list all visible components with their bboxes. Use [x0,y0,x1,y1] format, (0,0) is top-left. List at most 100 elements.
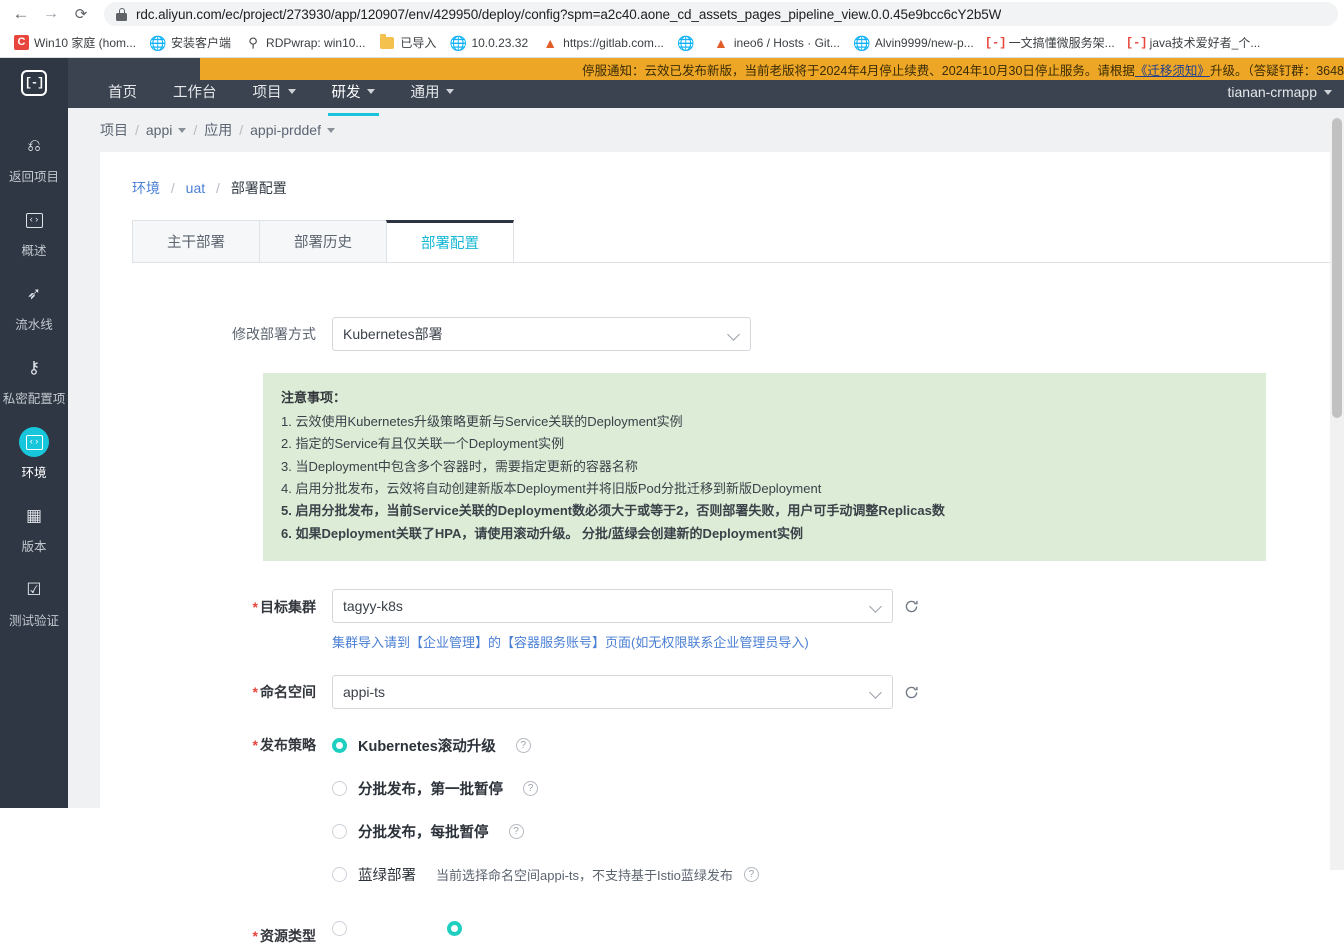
bookmark-item[interactable]: [-] 一文搞懂微服务架... [982,31,1121,54]
deploy-config-form: 修改部署方式 Kubernetes部署 注意事项： 1. 云效使用Kuberne… [100,263,1344,951]
page-scrollbar[interactable] [1330,118,1344,870]
lock-icon [116,7,127,21]
nav-item-home[interactable]: 首页 [90,74,155,108]
sidebar-item-label: 测试验证 [8,614,59,628]
globe-icon: 🌐 [853,34,871,51]
bookmark-item[interactable]: C Win10 家庭 (hom... [8,31,142,54]
help-icon[interactable]: ? [515,738,531,754]
gitlab-fox-icon: ▲ [543,34,558,51]
breadcrumb-project[interactable]: 项目 [100,120,128,140]
refresh-icon[interactable] [903,598,920,615]
required-marker: * [252,599,258,616]
notice-suffix: 升级。（答疑钉群：3648 [1209,63,1344,78]
browser-chrome: ← → ⟳ rdc.aliyun.com/ec/project/273930/a… [0,0,1344,58]
breadcrumb-project-name[interactable]: appi [146,122,187,138]
deploy-mode-select[interactable]: Kubernetes部署 [332,317,751,351]
sidebar-item-test-verify[interactable]: ☑ 测试验证 [0,566,68,640]
chevron-down-icon [178,127,187,133]
bookmark-item[interactable]: 🌐 10.0.23.32 [444,32,534,54]
app-logo[interactable]: [-] [0,58,68,108]
breadcrumb-separator: / [239,122,244,138]
checklist-icon: ☑ [26,580,42,599]
radio-option-batch-first-pause[interactable]: 分批发布，第一批暂停 ? [332,778,759,799]
bookmark-item[interactable]: ▲ https://gitlab.com... [536,32,670,54]
namespace-select[interactable]: appi-ts [332,675,893,710]
forward-arrow-icon[interactable]: → [36,1,66,27]
breadcrumb-uat-link[interactable]: uat [186,180,205,196]
help-icon[interactable]: ? [508,824,524,840]
breadcrumb-separator: / [170,180,175,196]
user-menu[interactable]: tianan-crmapp [1228,84,1332,100]
namespace-label: * 命名空间 [100,682,332,702]
refresh-icon[interactable] [903,684,920,701]
radio-label: Kubernetes滚动升级 [358,739,496,756]
help-icon[interactable]: ? [743,867,759,883]
sidebar-item-environment[interactable]: ‹› 环境 [0,418,68,492]
notice-list-item: 1. 云效使用Kubernetes升级策略更新与Service关联的Deploy… [281,414,683,429]
sidebar-item-overview[interactable]: ‹› 概述 [0,196,68,270]
sidebar-item-pipeline[interactable]: ➶ 流水线 [0,270,68,344]
help-icon[interactable]: ? [523,781,538,797]
cursor-icon: ➶ [26,284,42,303]
scrollbar-thumb[interactable] [1332,118,1342,418]
tab-trunk-deploy[interactable]: 主干部署 [132,220,260,262]
breadcrumb-env-link[interactable]: 环境 [132,180,160,196]
nav-label: 工作台 [173,84,217,101]
notice-panel-title: 注意事项： [281,390,347,405]
chevron-down-icon [871,601,882,612]
target-cluster-select[interactable]: tagyy-k8s [332,589,893,624]
chevron-down-icon [326,127,335,133]
nav-item-workbench[interactable]: 工作台 [155,74,235,108]
breadcrumb-separator: / [216,180,220,196]
bookmark-item[interactable]: 已导入 [373,31,442,54]
bookmark-item[interactable]: 🌐 [672,32,705,54]
globe-icon: 🌐 [149,34,167,51]
page-card: 环境 / uat / 部署配置 主干部署 部署历史 部署配置 修改部署方式 Ku… [100,152,1344,951]
bookmark-item[interactable]: ⚲ RDPwrap: win10... [239,32,371,54]
chevron-down-icon [729,329,740,340]
bookmark-item[interactable]: [-] java技术爱好者_个... [1123,31,1267,54]
bookmark-item[interactable]: 🌐 安装客户端 [144,31,237,54]
tab-label: 部署配置 [421,236,479,252]
sidebar-item-label: 私密配置项 [2,392,66,406]
cluster-import-helper-link[interactable]: 集群导入请到【企业管理】的【容器服务账号】页面(如无权限联系企业管理员导入) [332,632,920,651]
radio-label: 分批发布，每批暂停 [358,825,489,842]
bookmark-label: https://gitlab.com... [563,35,664,50]
radio-button[interactable] [332,867,347,883]
sidebar-item-secret-config[interactable]: ⚷ 私密配置项 [0,344,68,418]
nav-item-project[interactable]: 项目 [235,74,314,108]
breadcrumb-top: 项目 / appi / 应用 / appi-prddef [68,108,1344,152]
nav-label: 首页 [108,84,137,101]
radio-option-batch-each-pause[interactable]: 分批发布，每批暂停 ? [332,821,759,842]
radio-option-rolling-upgrade[interactable]: Kubernetes滚动升级 ? [332,735,759,756]
breadcrumb-app-name[interactable]: appi-prddef [250,122,335,138]
radio-button-selected[interactable] [332,738,347,754]
nav-item-general[interactable]: 通用 [393,74,472,108]
radio-button[interactable] [332,921,347,937]
sidebar-item-back-to-project[interactable]: ⎌ 返回项目 [0,122,68,196]
breadcrumb-current: 部署配置 [230,180,287,196]
bookmark-label: Win10 家庭 (hom... [34,36,137,50]
radio-button-selected[interactable] [447,921,462,937]
bookmark-item[interactable]: ▲ ineo6 / Hosts · Git... [707,32,846,54]
tab-deploy-config[interactable]: 部署配置 [386,220,514,262]
chevron-down-icon [287,88,296,94]
migration-guide-link[interactable]: 《迁移须知》 [1135,64,1210,78]
radio-button[interactable] [332,824,347,840]
reload-icon[interactable]: ⟳ [66,1,96,27]
breadcrumb-app[interactable]: 应用 [204,120,232,140]
version-icon: ▦ [25,506,43,525]
tab-label: 主干部署 [167,235,225,251]
sidebar-item-version[interactable]: ▦ 版本 [0,492,68,566]
bookmark-label: 10.0.23.32 [471,35,529,50]
radio-button[interactable] [332,781,347,797]
nav-item-devops[interactable]: 研发 [314,74,393,116]
radio-option-blue-green[interactable]: 蓝绿部署 当前选择命名空间appi-ts，不支持基于Istio蓝绿发布 ? [332,864,759,885]
bookmark-item[interactable]: 🌐 Alvin9999/new-p... [848,32,980,54]
notice-list: 1. 云效使用Kubernetes升级策略更新与Service关联的Deploy… [281,411,1248,545]
tab-deploy-history[interactable]: 部署历史 [259,220,387,262]
rdp-icon: ⚲ [248,35,258,50]
back-arrow-icon[interactable]: ← [6,1,36,27]
address-bar[interactable]: rdc.aliyun.com/ec/project/273930/app/120… [104,2,1338,26]
tab-bar: 主干部署 部署历史 部署配置 [132,220,1344,263]
